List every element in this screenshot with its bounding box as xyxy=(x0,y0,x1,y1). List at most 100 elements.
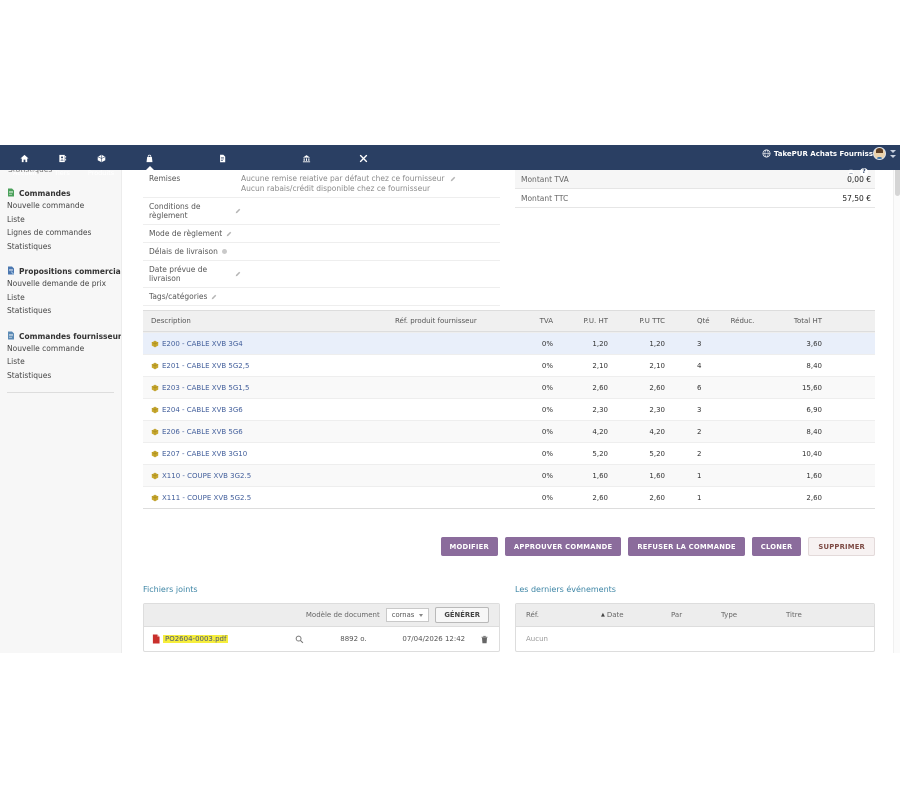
navbar-right: TakePUR Achats Fourniss ? xyxy=(762,147,896,181)
cell-qty: 4 xyxy=(665,362,720,370)
order-details-fields: Remises Aucune remise relative par défau… xyxy=(143,170,500,306)
sidebar-item[interactable]: Statistiques xyxy=(0,369,121,383)
attachments-header: Modèle de document cornas GÉNÉRER xyxy=(144,604,499,627)
vertical-scrollbar[interactable] xyxy=(893,145,900,653)
address-book-icon xyxy=(58,148,67,167)
cell-total-ht: 6,90 xyxy=(765,406,822,414)
attachment-file-link[interactable]: PO2604-0003.pdf xyxy=(163,635,228,643)
nav-item-facturation[interactable]: Facturation | Paiement xyxy=(176,145,267,170)
col-reduc: Réduc. xyxy=(720,317,765,325)
sidebar-item[interactable]: Nouvelle commande xyxy=(0,342,121,356)
navbar-quick-icons: ? xyxy=(847,162,868,181)
sidebar-section-propositions: Propositions commerciale … Nouvelle dema… xyxy=(0,266,121,318)
sidebar-section-title[interactable]: Commandes fournisseurs xyxy=(0,331,121,342)
sidebar-section-title[interactable]: Propositions commerciale … xyxy=(0,266,121,277)
generate-button[interactable]: GÉNÉRER xyxy=(435,607,489,623)
sidebar-section-commandes-fournisseurs: Commandes fournisseurs Nouvelle commande… xyxy=(0,331,121,383)
edit-pencil-icon[interactable] xyxy=(450,176,456,182)
events-title[interactable]: Les derniers événements xyxy=(515,585,616,594)
user-menu[interactable]: TakePUR Achats Fourniss xyxy=(762,147,896,160)
invoice-icon xyxy=(218,148,227,167)
avatar[interactable] xyxy=(873,147,886,160)
product-ref-link[interactable]: E201 - CABLE XVB 5G2,5 xyxy=(162,362,249,370)
delete-trash-icon[interactable] xyxy=(480,635,499,644)
attachments-box: Modèle de document cornas GÉNÉRER PO2604… xyxy=(143,603,500,652)
top-navbar: Accueil Tiers Produits Commerce Facturat… xyxy=(0,145,900,170)
table-row[interactable]: X111 - COUPE XVB 5G2.5 0% 2,60 2,60 1 2,… xyxy=(143,486,875,508)
cell-pu-ht: 2,60 xyxy=(553,384,608,392)
nav-item-produits[interactable]: Produits xyxy=(79,145,123,170)
printer-icon[interactable] xyxy=(847,162,855,181)
action-button[interactable]: CLONER xyxy=(752,537,802,556)
product-cube-icon xyxy=(151,494,159,502)
cell-tva: 0% xyxy=(495,340,553,348)
help-question-icon[interactable]: ? xyxy=(860,168,868,176)
field-label: Tags/catégories xyxy=(149,292,207,301)
nav-item-outils[interactable]: Outils xyxy=(345,145,382,170)
cell-pu-ht: 1,20 xyxy=(553,340,608,348)
product-ref-link[interactable]: X111 - COUPE XVB 5G2.5 xyxy=(162,494,251,502)
document-model-select[interactable]: cornas xyxy=(386,608,430,622)
nav-label: Tiers xyxy=(54,169,70,177)
table-row[interactable]: E207 - CABLE XVB 3G10 0% 5,20 5,20 2 10,… xyxy=(143,442,875,464)
table-header-row: Description Réf. produit fournisseur TVA… xyxy=(143,310,875,332)
action-button[interactable]: MODIFIER xyxy=(441,537,498,556)
table-row[interactable]: E204 - CABLE XVB 3G6 0% 2,30 2,30 3 6,90 xyxy=(143,398,875,420)
events-col-type[interactable]: Type xyxy=(721,611,786,619)
left-sidebar: Statistiques Commandes Nouvelle commande… xyxy=(0,170,122,653)
sidebar-item[interactable]: Nouvelle commande xyxy=(0,199,121,213)
cell-qty: 1 xyxy=(665,472,720,480)
table-row[interactable]: X110 - COUPE XVB 3G2.5 0% 1,60 1,60 1 1,… xyxy=(143,464,875,486)
nav-item-banques[interactable]: Banques | Caisses xyxy=(268,145,345,170)
chevron-down-icon[interactable] xyxy=(890,150,896,158)
events-col-par[interactable]: Par xyxy=(671,611,721,619)
product-cube-icon xyxy=(151,362,159,370)
company-user-label: TakePUR Achats Fourniss xyxy=(774,150,873,158)
table-row[interactable]: E203 - CABLE XVB 5G1,5 0% 2,60 2,60 6 15… xyxy=(143,376,875,398)
events-col-ref[interactable]: Réf. xyxy=(516,611,601,619)
nav-label: Outils xyxy=(354,169,373,177)
sidebar-section-title[interactable]: Commandes xyxy=(0,188,121,199)
nav-item-commerce[interactable]: Commerce xyxy=(123,145,176,170)
action-button[interactable]: REFUSER LA COMMANDE xyxy=(628,537,744,556)
col-supplier-ref: Réf. produit fournisseur xyxy=(395,317,495,325)
product-cube-icon xyxy=(151,384,159,392)
edit-pencil-icon[interactable] xyxy=(235,271,241,277)
attachments-title[interactable]: Fichiers joints xyxy=(143,585,198,594)
product-ref-link[interactable]: E200 - CABLE XVB 3G4 xyxy=(162,340,243,348)
sidebar-item[interactable]: Statistiques xyxy=(0,304,121,318)
events-col-titre[interactable]: Titre xyxy=(786,611,874,619)
table-row[interactable]: E206 - CABLE XVB 5G6 0% 4,20 4,20 2 8,40 xyxy=(143,420,875,442)
product-ref-link[interactable]: E207 - CABLE XVB 3G10 xyxy=(162,450,247,458)
edit-pencil-icon[interactable] xyxy=(235,208,241,214)
product-ref-link[interactable]: E206 - CABLE XVB 5G6 xyxy=(162,428,243,436)
edit-pencil-icon[interactable] xyxy=(226,231,232,237)
events-col-date[interactable]: ▲ Date xyxy=(601,611,671,619)
nav-item-accueil[interactable]: Accueil xyxy=(4,145,45,170)
table-row[interactable]: E200 - CABLE XVB 3G4 0% 1,20 1,20 3 3,60 xyxy=(143,332,875,354)
product-ref-link[interactable]: E203 - CABLE XVB 5G1,5 xyxy=(162,384,249,392)
product-ref-link[interactable]: X110 - COUPE XVB 3G2.5 xyxy=(162,472,251,480)
bank-icon xyxy=(302,148,311,167)
sidebar-item[interactable]: Liste xyxy=(0,291,121,305)
table-row[interactable]: E201 - CABLE XVB 5G2,5 0% 2,10 2,10 4 8,… xyxy=(143,354,875,376)
field-row-date-livraison: Date prévue de livraison xyxy=(143,261,500,288)
cell-pu-ttc: 2,10 xyxy=(608,362,665,370)
sidebar-item[interactable]: Lignes de commandes xyxy=(0,226,121,240)
sidebar-item[interactable]: Liste xyxy=(0,355,121,369)
sidebar-item[interactable]: Liste xyxy=(0,213,121,227)
col-pu-ht: P.U. HT xyxy=(553,317,608,325)
nav-item-tiers[interactable]: Tiers xyxy=(45,145,79,170)
cell-qty: 6 xyxy=(665,384,720,392)
cell-total-ht: 8,40 xyxy=(765,428,822,436)
field-label: Mode de règlement xyxy=(149,229,222,238)
preview-magnifier-icon[interactable] xyxy=(280,635,319,644)
cell-tva: 0% xyxy=(495,472,553,480)
action-button[interactable]: SUPPRIMER xyxy=(808,537,875,556)
sidebar-item[interactable]: Statistiques xyxy=(0,240,121,254)
action-button[interactable]: APPROUVER COMMANDE xyxy=(505,537,621,556)
total-label: Montant TTC xyxy=(521,194,568,203)
sidebar-item[interactable]: Nouvelle demande de prix xyxy=(0,277,121,291)
product-ref-link[interactable]: E204 - CABLE XVB 3G6 xyxy=(162,406,243,414)
edit-pencil-icon[interactable] xyxy=(211,294,217,300)
